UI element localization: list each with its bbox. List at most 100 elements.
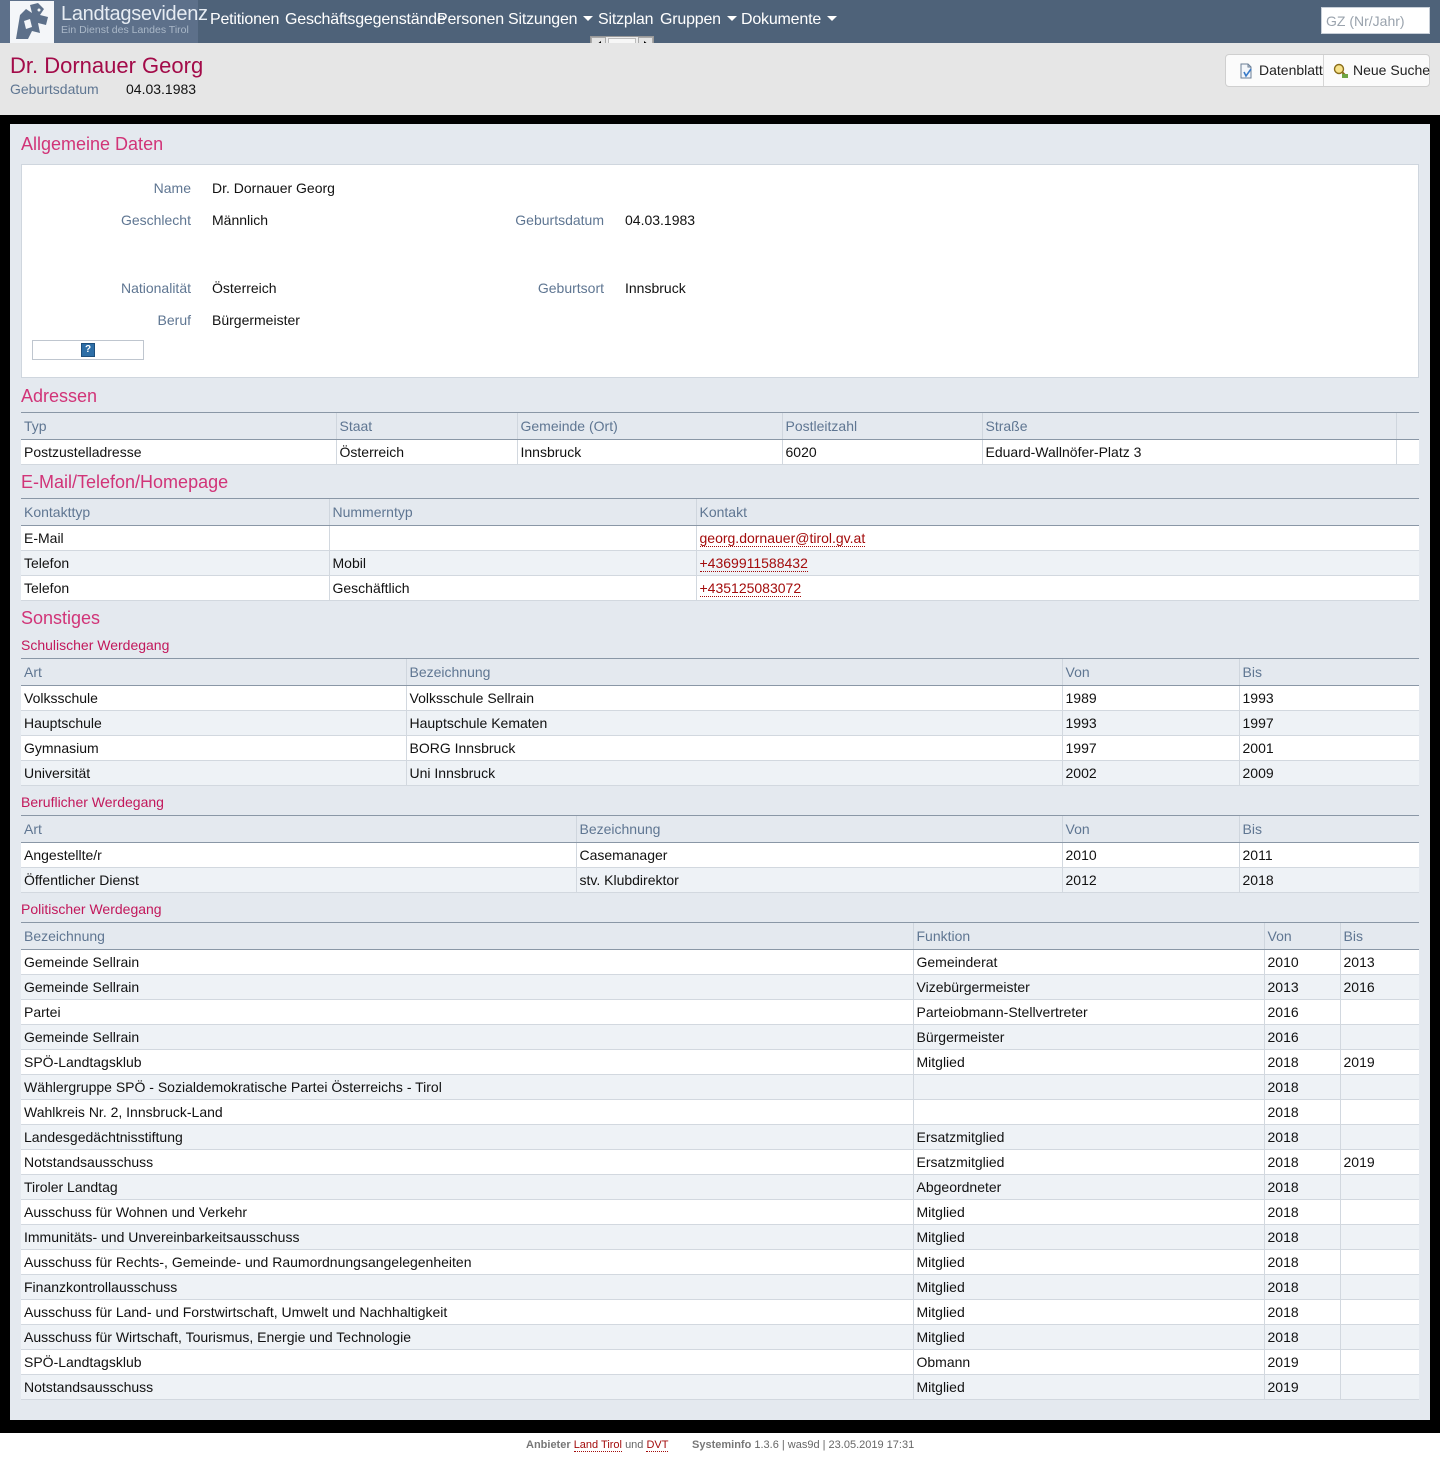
nav-geschaeftsgegenstaende[interactable]: Geschäftsgegenstände <box>285 11 446 29</box>
table-cell: Immunitäts- und Unvereinbarkeitsausschus… <box>21 1224 913 1250</box>
section-heading-addresses: Adressen <box>21 386 98 406</box>
column-header[interactable]: Funktion <box>912 922 1264 950</box>
header-dob-label: Geburtsdatum <box>10 81 99 97</box>
table-cell: SPÖ-Landtagsklub <box>21 1349 913 1375</box>
table-cell: 1997 <box>1238 710 1419 736</box>
column-header[interactable]: Kontakt <box>695 498 1419 526</box>
table-row: Landesgedächtnisstiftung Ersatzmitglied 20… <box>21 1124 1419 1150</box>
name-label: Name <box>153 180 191 196</box>
column-header[interactable]: Typ <box>21 412 336 440</box>
table-cell: Gymnasium <box>21 735 406 761</box>
phone-link[interactable]: +435125083072 <box>695 575 1419 601</box>
column-header[interactable]: Bezeichnung <box>575 815 1062 843</box>
table-cell <box>912 1074 1264 1100</box>
table-cell: BORG Innsbruck <box>405 735 1062 761</box>
table-cell: Mitglied <box>912 1274 1264 1300</box>
table-row: Immunitäts- und Unvereinbarkeitsausschus… <box>21 1224 1419 1250</box>
phone-link[interactable]: +4369911588432 <box>695 550 1419 576</box>
column-header[interactable]: Bis <box>1238 815 1419 843</box>
table-cell: 2019 <box>1339 1149 1419 1175</box>
table-cell: 2002 <box>1061 760 1239 786</box>
nav-sitzplan[interactable]: Sitzplan <box>598 11 654 29</box>
table-cell: Vizebürgermeister <box>912 974 1264 1000</box>
birthplace-value: Innsbruck <box>625 280 686 296</box>
nav-gruppen[interactable]: Gruppen <box>660 11 737 29</box>
column-header[interactable]: Art <box>21 815 576 843</box>
neue-suche-button[interactable]: Neue Suche <box>1324 55 1430 86</box>
subheading-school: Schulischer Werdegang <box>21 637 170 653</box>
section-heading-general: Allgemeine Daten <box>21 134 164 154</box>
table-cell: Volksschule Sellrain <box>405 685 1062 711</box>
table-row: Wählergruppe SPÖ - Sozialdemokratische P… <box>21 1074 1419 1100</box>
footer: Anbieter Land Tirol und DVT Systeminfo 1… <box>0 1433 1440 1460</box>
table-cell <box>1339 1074 1419 1100</box>
table-row: Gemeinde Sellrain Gemeinderat 2010 2013 <box>21 949 1419 975</box>
table-cell: E-Mail <box>21 525 329 551</box>
column-header[interactable]: Staat <box>335 412 517 440</box>
column-header[interactable]: Von <box>1061 815 1239 843</box>
table-cell: 2010 <box>1263 949 1340 975</box>
table-cell: 2016 <box>1263 999 1340 1025</box>
table-cell <box>1339 1224 1419 1250</box>
table-cell: Angestellte/r <box>21 842 576 868</box>
column-header[interactable]: Bezeichnung <box>21 922 913 950</box>
column-header[interactable]: Gemeinde (Ort) <box>516 412 782 440</box>
column-header[interactable]: Bezeichnung <box>405 658 1062 686</box>
email-link[interactable]: georg.dornauer@tirol.gv.at <box>695 525 1419 551</box>
nav-sitzungen[interactable]: Sitzungen <box>508 11 594 29</box>
footer-and: und <box>625 1439 644 1451</box>
table-cell: 2018 <box>1263 1124 1340 1150</box>
table-row: Telefon Geschäftlich +435125083072 <box>21 575 1419 601</box>
table-cell: 2018 <box>1263 1149 1340 1175</box>
table-cell: Mitglied <box>912 1199 1264 1225</box>
column-header[interactable]: Bis <box>1339 922 1419 950</box>
table-cell: Geschäftlich <box>328 575 696 601</box>
gz-search-input[interactable] <box>1321 7 1430 34</box>
table-header-row: Kontakttyp Nummerntyp Kontakt <box>21 498 1419 526</box>
chevron-down-icon <box>827 16 838 21</box>
table-cell: Eduard-Wallnöfer-Platz 3 <box>981 439 1396 465</box>
table-cell: 2019 <box>1263 1374 1340 1400</box>
table-row: Ausschuss für Wirtschaft, Tourismus, Ene… <box>21 1324 1419 1350</box>
table-cell: Ausschuss für Land- und Forstwirtschaft,… <box>21 1299 913 1325</box>
table-cell: 2013 <box>1339 949 1419 975</box>
birthplace-label: Geburtsort <box>537 280 604 296</box>
table-cell: Mitglied <box>912 1049 1264 1075</box>
footer-link-dvt[interactable]: DVT <box>646 1439 669 1452</box>
column-header[interactable]: Von <box>1061 658 1239 686</box>
column-header[interactable]: Straße <box>981 412 1396 440</box>
table-cell: Parteiobmann-Stellvertreter <box>912 999 1264 1025</box>
table-cell: Uni Innsbruck <box>405 760 1062 786</box>
column-header[interactable]: Art <box>21 658 406 686</box>
table-cell: stv. Klubdirektor <box>575 867 1062 893</box>
table-cell: Ersatzmitglied <box>912 1124 1264 1150</box>
nav-petitionen[interactable]: Petitionen <box>210 11 279 29</box>
nav-dokumente[interactable]: Dokumente <box>741 11 838 29</box>
footer-link-land-tirol[interactable]: Land Tirol <box>573 1439 622 1452</box>
table-cell: Gemeinde Sellrain <box>21 974 913 1000</box>
nav-personen[interactable]: Personen <box>437 11 504 29</box>
table-row: Finanzkontrollausschuss Mitglied 2018 <box>21 1274 1419 1300</box>
table-cell <box>1339 1299 1419 1325</box>
table-cell <box>1339 1324 1419 1350</box>
column-header[interactable]: Von <box>1263 922 1340 950</box>
brand-title: Landtagsevidenz <box>61 3 208 25</box>
table-cell: Casemanager <box>575 842 1062 868</box>
footer-provider-label: Anbieter <box>526 1439 571 1451</box>
chevron-down-icon <box>583 16 594 21</box>
column-header[interactable]: Nummerntyp <box>328 498 696 526</box>
table-row: SPÖ-Landtagsklub Obmann 2019 <box>21 1349 1419 1375</box>
table-cell: 2018 <box>1263 1324 1340 1350</box>
political-table: Bezeichnung Funktion Von Bis Gemeinde Se… <box>21 922 1419 1400</box>
birthdate-value: 04.03.1983 <box>625 212 696 228</box>
birthdate-label: Geburtsdatum <box>515 212 604 228</box>
table-cell: 2018 <box>1263 1049 1340 1075</box>
brand[interactable]: Landtagsevidenz Ein Dienst des Landes Ti… <box>0 0 208 43</box>
column-header[interactable]: Kontakttyp <box>21 498 329 526</box>
column-header[interactable]: Postleitzahl <box>781 412 982 440</box>
gender-label: Geschlecht <box>120 212 191 228</box>
table-cell: 2019 <box>1339 1049 1419 1075</box>
column-header[interactable]: Bis <box>1238 658 1419 686</box>
datenblatt-button[interactable]: Datenblatt <box>1226 55 1324 86</box>
missing-image-icon: ? <box>81 343 95 357</box>
